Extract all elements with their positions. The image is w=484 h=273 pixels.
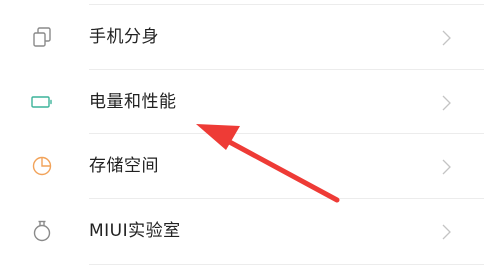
chevron-right-icon (439, 223, 455, 241)
flask-icon (30, 219, 54, 243)
settings-item-label: 手机分身 (89, 27, 159, 47)
settings-item-storage[interactable]: 存储空间 (0, 134, 484, 198)
settings-item-label: 电量和性能 (89, 92, 177, 112)
divider (89, 264, 484, 265)
settings-item-dual-apps[interactable]: 手机分身 (0, 5, 484, 69)
pie-chart-icon (30, 154, 54, 178)
settings-item-miui-lab[interactable]: MIUI实验室 (0, 199, 484, 263)
settings-item-battery-performance[interactable]: 电量和性能 (0, 70, 484, 134)
battery-icon (30, 90, 54, 114)
chevron-right-icon (439, 158, 455, 176)
clone-icon (30, 25, 54, 49)
chevron-right-icon (439, 29, 455, 47)
settings-item-label: 存储空间 (89, 156, 159, 176)
chevron-right-icon (439, 94, 455, 112)
settings-item-label: MIUI实验室 (89, 221, 181, 241)
settings-list: 手机分身 电量和性能 存储空间 MIUI实验室 (0, 0, 484, 273)
